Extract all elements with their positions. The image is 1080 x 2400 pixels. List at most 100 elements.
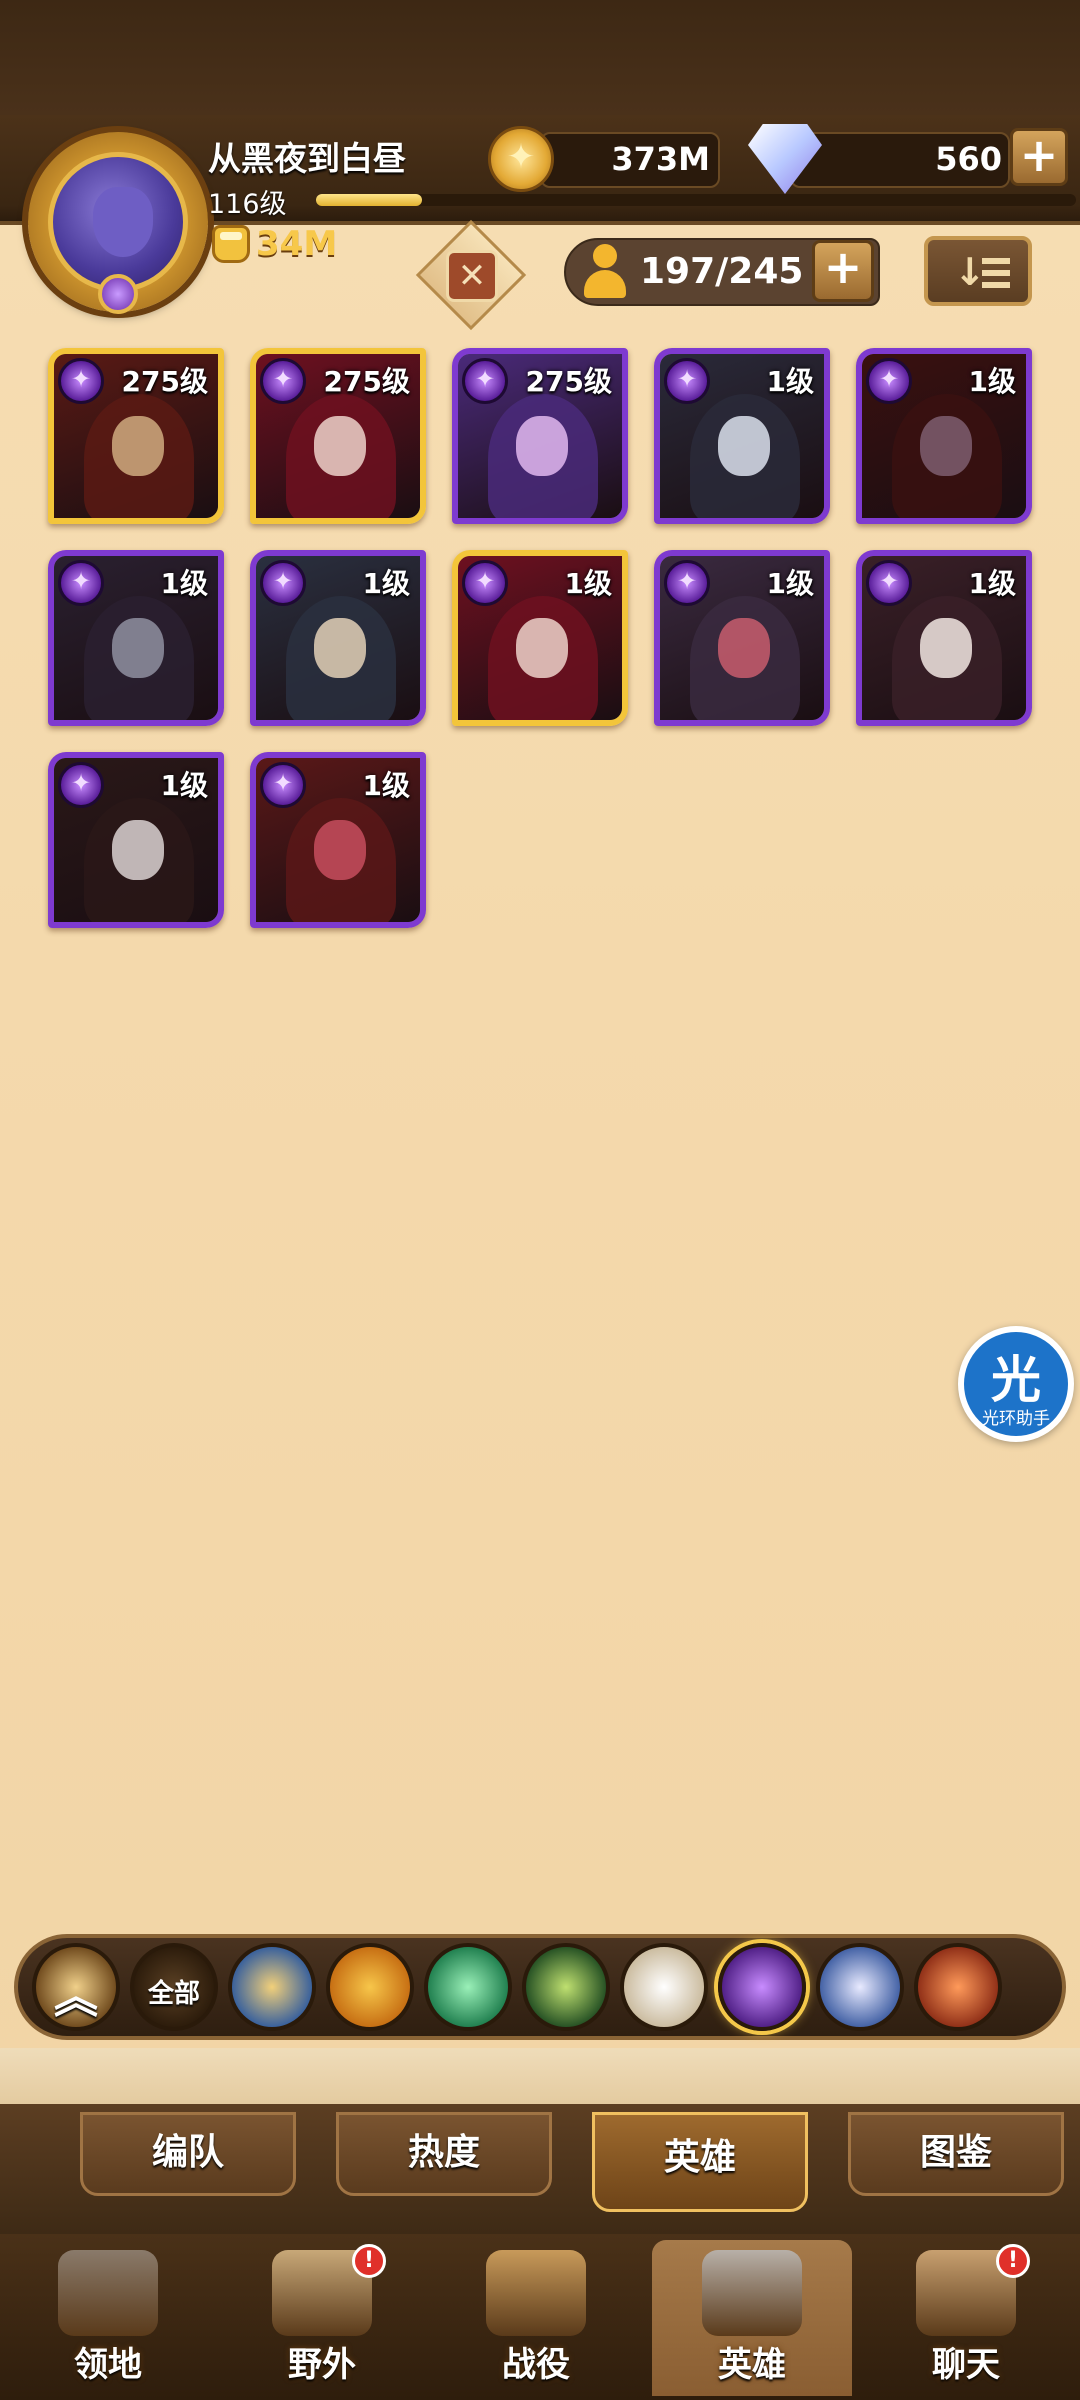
subtab[interactable]: 英雄 — [592, 2112, 808, 2212]
nav-item[interactable]: 战役 — [436, 2240, 636, 2396]
hero-card[interactable]: 1级 — [250, 550, 426, 726]
faction-filter-dragon-icon[interactable] — [914, 1943, 1002, 2031]
hero-face — [112, 820, 164, 880]
helper-label: 光环助手 — [982, 1409, 1050, 1429]
formation-filter-button[interactable] — [412, 219, 532, 331]
hypogean-faction-icon — [866, 358, 912, 404]
hero-card[interactable]: 1级 — [654, 550, 830, 726]
avatar-portrait — [48, 152, 188, 292]
nav-label: 英雄 — [718, 2345, 786, 2385]
hero-face — [112, 618, 164, 678]
nav-item[interactable]: 聊天! — [866, 2240, 1066, 2396]
hero-card[interactable]: 1级 — [48, 550, 224, 726]
xp-bar-fill — [316, 194, 423, 206]
hero-card[interactable]: 275级 — [452, 348, 628, 524]
faction-filter-up-chevron-icon[interactable]: ︽ — [32, 1943, 120, 2031]
bottom-nav: 领地 野外! 战役 英雄 聊天! — [0, 2234, 1080, 2400]
helper-floating-button[interactable]: 光 光环助手 — [958, 1326, 1074, 1442]
hero-grid: 275级 275级 275级 1级 1级 1级 1级 1级 1级 1级 1级 1级 — [48, 348, 1038, 928]
hero-card[interactable]: 275级 — [250, 348, 426, 524]
helper-badge: 光 光环助手 — [964, 1332, 1068, 1436]
hero-card[interactable]: 275级 — [48, 348, 224, 524]
crossed-swords-icon — [446, 250, 498, 302]
add-gems-button[interactable]: + — [1010, 128, 1068, 186]
hero-face — [718, 416, 770, 476]
combat-power: 34M — [212, 224, 337, 264]
hypogean-faction-icon — [260, 762, 306, 808]
subtab[interactable]: 编队 — [80, 2112, 296, 2196]
hypogean-faction-icon — [260, 560, 306, 606]
hero-level: 1级 — [160, 769, 208, 802]
faction-gem-icon — [98, 274, 138, 314]
nav-label: 战役 — [502, 2345, 570, 2385]
nav-icon — [58, 2250, 158, 2336]
hero-card[interactable]: 1级 — [48, 752, 224, 928]
faction-filter-celestial-icon[interactable] — [620, 1943, 708, 2031]
hypogean-faction-icon — [58, 358, 104, 404]
subtab[interactable]: 图鉴 — [848, 2112, 1064, 2196]
hypogean-faction-icon — [260, 358, 306, 404]
avatar-face — [93, 187, 153, 257]
sort-button[interactable]: ↓ — [924, 236, 1032, 306]
sort-lines-icon — [982, 258, 1010, 288]
hero-level: 275级 — [121, 365, 208, 398]
nav-item[interactable]: 英雄 — [652, 2240, 852, 2396]
faction-filter-wilder-icon[interactable] — [424, 1943, 512, 2031]
hypogean-faction-icon — [664, 560, 710, 606]
hero-level: 1级 — [968, 567, 1016, 600]
hero-face — [516, 416, 568, 476]
faction-filter-all-icon[interactable]: 全部 — [130, 1943, 218, 2031]
hero-level: 1级 — [968, 365, 1016, 398]
nav-item[interactable]: 野外! — [222, 2240, 422, 2396]
hero-level: 1级 — [564, 567, 612, 600]
alert-badge: ! — [352, 2244, 386, 2278]
faction-filter-hypogean-icon[interactable] — [718, 1943, 806, 2031]
sub-tabs: 编队 热度 英雄 图鉴 — [0, 2104, 1080, 2234]
hypogean-faction-icon — [866, 560, 912, 606]
hero-face — [314, 618, 366, 678]
hero-card[interactable]: 1级 — [250, 752, 426, 928]
hero-level: 1级 — [766, 365, 814, 398]
hypogean-faction-icon — [58, 762, 104, 808]
hero-level: 1级 — [160, 567, 208, 600]
faction-filter-label: 全部 — [147, 1979, 200, 2009]
player-avatar[interactable] — [28, 132, 208, 314]
faction-filter-bar: ︽ 全部 — [14, 1934, 1066, 2040]
hypogean-faction-icon — [462, 560, 508, 606]
hero-count-value: 197/245 — [640, 251, 804, 292]
hero-level: 275级 — [323, 365, 410, 398]
faction-filter-graveborn-icon[interactable] — [522, 1943, 610, 2031]
hero-level: 1级 — [362, 769, 410, 802]
combat-power-value: 34M — [256, 224, 338, 264]
hypogean-faction-icon — [664, 358, 710, 404]
gem-value: 560 — [935, 140, 1002, 178]
person-icon — [580, 244, 630, 300]
hypogean-faction-icon — [462, 358, 508, 404]
gold-value: 373M — [611, 140, 710, 178]
nav-label: 野外 — [288, 2345, 356, 2385]
player-name: 从黑夜到白昼 — [208, 139, 406, 178]
nav-label: 聊天 — [932, 2345, 1000, 2385]
hero-face — [516, 618, 568, 678]
xp-bar — [316, 194, 1076, 206]
alert-badge: ! — [996, 2244, 1030, 2278]
hero-card[interactable]: 1级 — [654, 348, 830, 524]
nav-icon — [702, 2250, 802, 2336]
nav-icon — [486, 2250, 586, 2336]
hypogean-faction-icon — [58, 560, 104, 606]
faction-filter-lightbearer-icon[interactable] — [228, 1943, 316, 2031]
hero-card[interactable]: 1级 — [856, 550, 1032, 726]
hero-card[interactable]: 1级 — [856, 348, 1032, 524]
nav-label: 领地 — [74, 2345, 142, 2385]
faction-filter-mauler-icon[interactable] — [326, 1943, 414, 2031]
faction-filter-dimensional-icon[interactable] — [816, 1943, 904, 2031]
hero-face — [920, 416, 972, 476]
hero-level: 1级 — [362, 567, 410, 600]
hero-card[interactable]: 1级 — [452, 550, 628, 726]
hero-face — [920, 618, 972, 678]
hero-face — [718, 618, 770, 678]
nav-item[interactable]: 领地 — [8, 2240, 208, 2396]
divider-strip — [0, 2048, 1080, 2104]
expand-capacity-button[interactable]: + — [812, 240, 874, 302]
subtab[interactable]: 热度 — [336, 2112, 552, 2196]
